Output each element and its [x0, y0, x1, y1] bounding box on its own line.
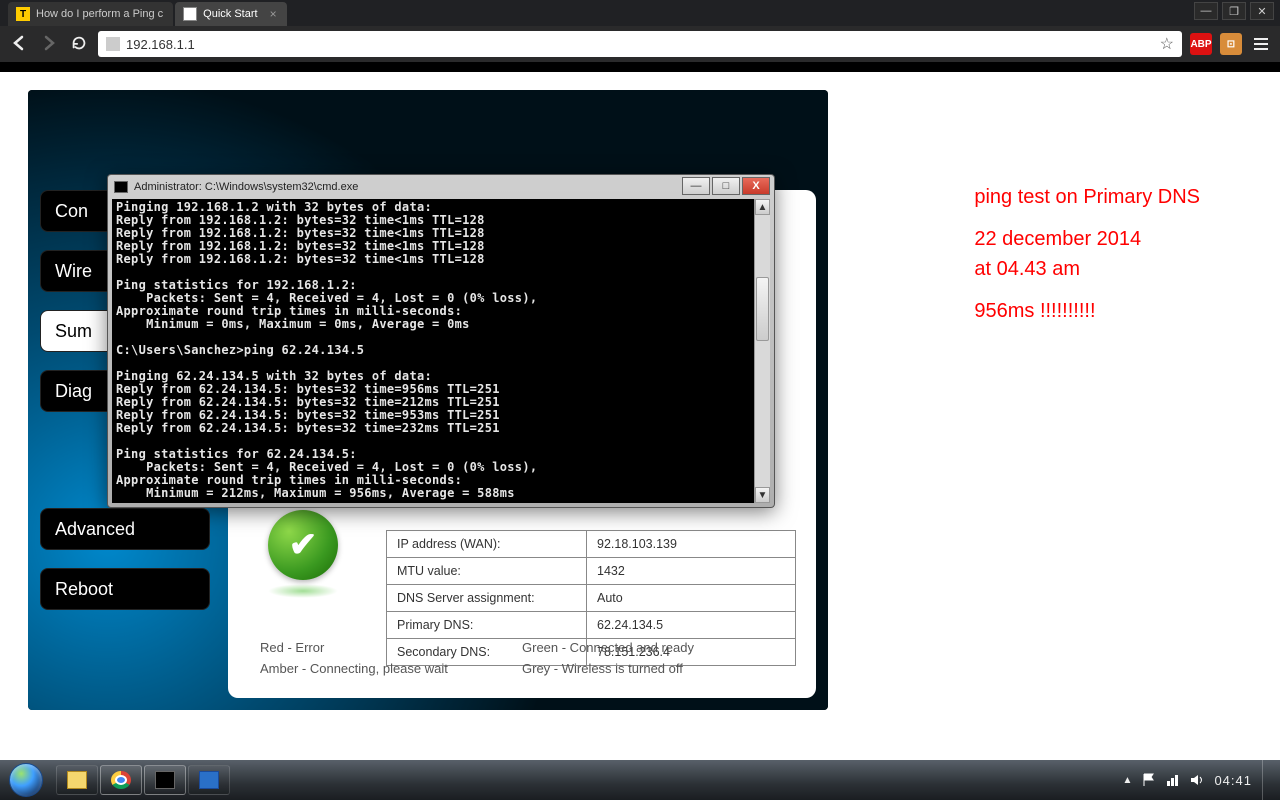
- cmd-titlebar[interactable]: Administrator: C:\Windows\system32\cmd.e…: [108, 175, 774, 199]
- network-icon[interactable]: [1166, 773, 1180, 787]
- info-label: DNS Server assignment:: [387, 585, 587, 612]
- table-row: MTU value:1432: [387, 558, 796, 585]
- adblock-extension-button[interactable]: ABP: [1190, 33, 1212, 55]
- page-icon: [106, 37, 120, 51]
- system-tray: ▲ 04:41: [1123, 760, 1280, 800]
- table-row: DNS Server assignment:Auto: [387, 585, 796, 612]
- annot-line-3: at 04.43 am: [974, 258, 1080, 280]
- url-input[interactable]: [126, 37, 1154, 52]
- flag-icon[interactable]: [1142, 773, 1156, 787]
- chrome-icon: [111, 771, 131, 789]
- status-indicator: [268, 510, 358, 600]
- info-value: 1432: [587, 558, 796, 585]
- back-button[interactable]: [8, 33, 30, 55]
- tab-2[interactable]: Quick Start ×: [175, 2, 286, 26]
- status-legend: Red - Error Green - Connected and ready …: [260, 640, 784, 676]
- tab-strip: T How do I perform a Ping c Quick Start …: [0, 0, 1280, 26]
- legend-amber: Amber - Connecting, please wait: [260, 661, 522, 676]
- legend-red: Red - Error: [260, 640, 522, 655]
- cmd-body[interactable]: Pinging 192.168.1.2 with 32 bytes of dat…: [112, 199, 770, 503]
- cmd-close-button[interactable]: X: [742, 177, 770, 195]
- omnibox[interactable]: ☆: [98, 31, 1182, 57]
- cmd-window-controls: — □ X: [682, 177, 770, 195]
- toolbar-strip: [0, 62, 1280, 72]
- arrow-right-icon: [39, 33, 59, 53]
- arrow-left-icon: [9, 33, 29, 53]
- info-label: Primary DNS:: [387, 612, 587, 639]
- table-row: IP address (WAN):92.18.103.139: [387, 531, 796, 558]
- volume-icon[interactable]: [1190, 773, 1204, 787]
- legend-green: Green - Connected and ready: [522, 640, 784, 655]
- cmd-output: Pinging 192.168.1.2 with 32 bytes of dat…: [116, 201, 766, 503]
- scroll-thumb[interactable]: [756, 277, 769, 341]
- annotation-text: ping test on Primary DNS 22 december 201…: [974, 182, 1200, 338]
- tray-overflow-icon[interactable]: ▲: [1123, 775, 1133, 786]
- browser-chrome: T How do I perform a Ping c Quick Start …: [0, 0, 1280, 72]
- reload-button[interactable]: [68, 33, 90, 55]
- annot-line-1: ping test on Primary DNS: [974, 182, 1200, 212]
- window-close-button[interactable]: ✕: [1250, 2, 1274, 20]
- tab-1-title: How do I perform a Ping c: [36, 8, 163, 20]
- sidebar-item-reboot[interactable]: Reboot: [40, 568, 210, 610]
- annot-line-4: 956ms !!!!!!!!!!: [974, 296, 1200, 326]
- tab-2-title: Quick Start: [203, 8, 257, 20]
- favicon-doc-icon: [183, 7, 197, 21]
- forward-button[interactable]: [38, 33, 60, 55]
- info-value: 92.18.103.139: [587, 531, 796, 558]
- pin-cmd[interactable]: [144, 765, 186, 795]
- cmd-maximize-button[interactable]: □: [712, 177, 740, 195]
- checkmark-icon: [268, 510, 338, 580]
- scroll-down-icon[interactable]: ▼: [755, 487, 770, 503]
- info-value: Auto: [587, 585, 796, 612]
- info-label: IP address (WAN):: [387, 531, 587, 558]
- table-row: Primary DNS:62.24.134.5: [387, 612, 796, 639]
- taskbar: ▲ 04:41: [0, 760, 1280, 800]
- extension-button-2[interactable]: ⊡: [1220, 33, 1242, 55]
- cmd-minimize-button[interactable]: —: [682, 177, 710, 195]
- windows-orb-icon: [9, 763, 43, 797]
- legend-grey: Grey - Wireless is turned off: [522, 661, 784, 676]
- pin-explorer[interactable]: [56, 765, 98, 795]
- terminal-icon: [155, 771, 175, 789]
- tab-1[interactable]: T How do I perform a Ping c: [8, 2, 173, 26]
- info-value: 62.24.134.5: [587, 612, 796, 639]
- show-desktop-button[interactable]: [1262, 760, 1272, 800]
- scroll-up-icon[interactable]: ▲: [755, 199, 770, 215]
- start-button[interactable]: [0, 760, 52, 800]
- tab-close-icon[interactable]: ×: [270, 7, 277, 21]
- sidebar-item-advanced[interactable]: Advanced: [40, 508, 210, 550]
- folder-icon: [67, 771, 87, 789]
- bookmark-star-icon[interactable]: ☆: [1160, 34, 1174, 54]
- page-viewport: Con Wire Sum Diag Advanced Reboot IP add…: [0, 72, 1280, 760]
- pin-rdp[interactable]: [188, 765, 230, 795]
- cmd-icon: [114, 181, 128, 193]
- check-shadow: [268, 584, 338, 598]
- chrome-menu-button[interactable]: [1250, 38, 1272, 50]
- address-bar-row: ☆ ABP ⊡: [0, 26, 1280, 62]
- cmd-window[interactable]: Administrator: C:\Windows\system32\cmd.e…: [107, 174, 775, 508]
- rdp-icon: [199, 771, 219, 789]
- window-minimize-button[interactable]: —: [1194, 2, 1218, 20]
- taskbar-pins: [56, 765, 230, 795]
- annot-line-2: 22 december 2014: [974, 228, 1141, 250]
- favicon-t-icon: T: [16, 7, 30, 21]
- window-controls: — ❐ ✕: [1194, 2, 1274, 20]
- pin-chrome[interactable]: [100, 765, 142, 795]
- cmd-title: Administrator: C:\Windows\system32\cmd.e…: [134, 181, 358, 193]
- info-label: MTU value:: [387, 558, 587, 585]
- window-restore-button[interactable]: ❐: [1222, 2, 1246, 20]
- cmd-scrollbar[interactable]: ▲ ▼: [754, 199, 770, 503]
- face-icon: ⊡: [1227, 39, 1235, 50]
- clock[interactable]: 04:41: [1214, 773, 1252, 788]
- reload-icon: [70, 34, 88, 52]
